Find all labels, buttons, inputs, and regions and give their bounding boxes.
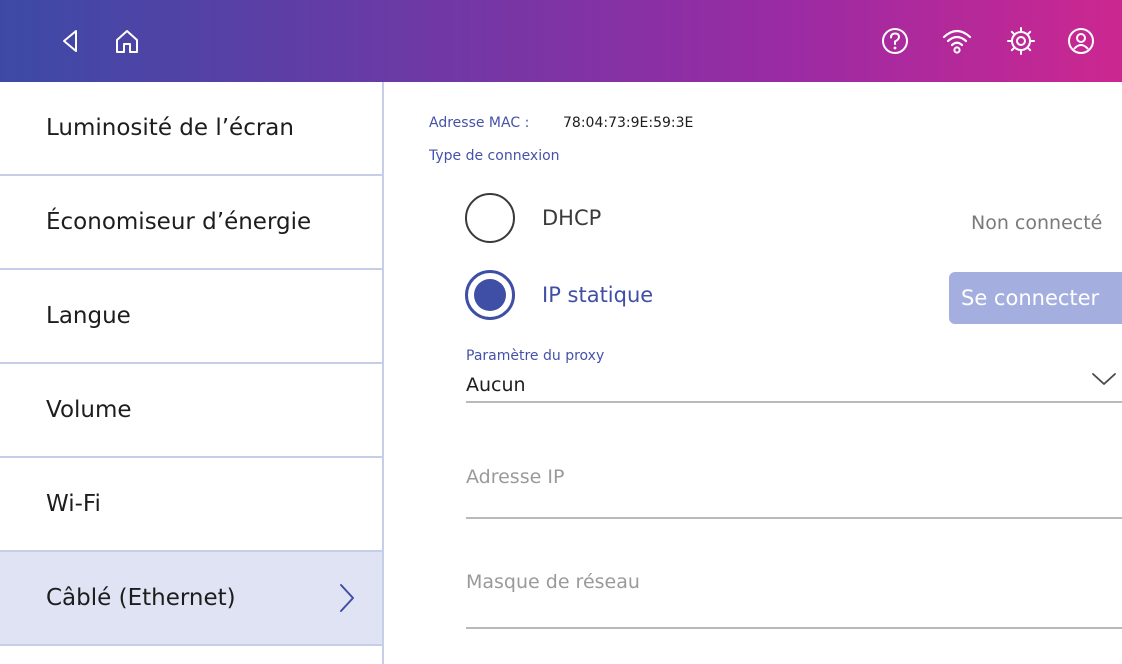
sidebar-item-wifi[interactable]: Wi-Fi [0, 458, 382, 552]
chevron-down-icon[interactable] [1091, 372, 1117, 386]
proxy-setting-select[interactable]: Aucun [466, 374, 526, 396]
sidebar-item-label: Langue [46, 303, 131, 329]
netmask-underline [466, 627, 1122, 629]
ip-address-underline [466, 517, 1122, 519]
mac-address-label: Adresse MAC : [429, 115, 530, 131]
static-ip-label[interactable]: IP statique [542, 283, 653, 307]
sidebar-item-label: Économiseur d’énergie [46, 209, 312, 235]
connect-button[interactable]: Se connecter [949, 272, 1122, 324]
sidebar-item-brightness[interactable]: Luminosité de l’écran [0, 82, 382, 176]
netmask-input[interactable] [466, 562, 1122, 602]
settings-icon[interactable] [1004, 24, 1038, 58]
home-icon[interactable] [110, 24, 144, 58]
sidebar-item-label: Volume [46, 397, 132, 423]
wifi-icon[interactable] [940, 24, 974, 58]
sidebar-item-ethernet[interactable]: Câblé (Ethernet) [0, 552, 382, 646]
connection-status: Non connecté [971, 212, 1103, 234]
sidebar-item-volume[interactable]: Volume [0, 364, 382, 458]
sidebar-item-label: Luminosité de l’écran [46, 115, 294, 141]
sidebar-item-energy-saver[interactable]: Économiseur d’énergie [0, 176, 382, 270]
back-icon[interactable] [54, 24, 88, 58]
ip-address-input[interactable] [466, 457, 1122, 497]
top-bar [0, 0, 1122, 82]
ethernet-settings-panel: Adresse MAC : 78:04:73:9E:59:3E Type de … [384, 82, 1122, 664]
sidebar-item-language[interactable]: Langue [0, 270, 382, 364]
chevron-right-icon [340, 584, 354, 612]
connection-type-label: Type de connexion [429, 148, 560, 164]
static-ip-radio[interactable] [465, 270, 515, 320]
dhcp-label[interactable]: DHCP [542, 206, 601, 230]
sidebar-item-label: Wi-Fi [46, 491, 101, 517]
mac-address-value: 78:04:73:9E:59:3E [563, 115, 694, 131]
sidebar-item-label: Câblé (Ethernet) [46, 585, 236, 611]
help-icon[interactable] [878, 24, 912, 58]
proxy-setting-underline [466, 401, 1122, 403]
account-icon[interactable] [1064, 24, 1098, 58]
settings-sidebar: Luminosité de l’écran Économiseur d’éner… [0, 82, 384, 664]
proxy-setting-label: Paramètre du proxy [466, 348, 605, 364]
dhcp-radio[interactable] [465, 193, 515, 243]
